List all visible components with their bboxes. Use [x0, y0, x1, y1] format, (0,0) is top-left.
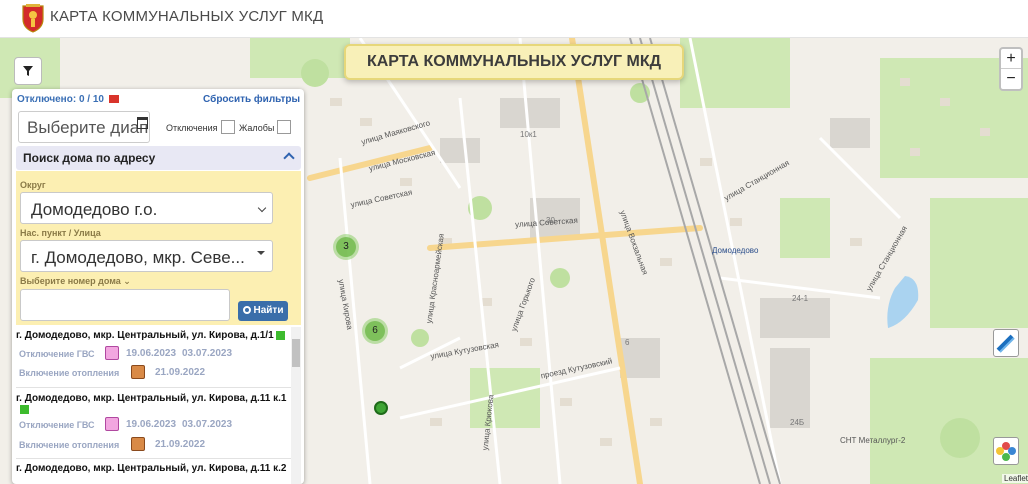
gvs-from-date: 19.06.2023 [126, 348, 177, 359]
alert-calendar-icon [108, 95, 119, 104]
map-cluster[interactable]: 3 [333, 234, 359, 260]
heating-date: 21.09.2022 [155, 439, 206, 450]
pinwheel-icon [996, 442, 1016, 461]
district-select[interactable]: Домодедово г.о. [20, 192, 273, 224]
outages-counter: Отключено: 0 / 10 [17, 94, 119, 105]
results-list[interactable]: г. Домодедово, мкр. Центральный, ул. Кир… [16, 327, 292, 484]
caret-down-icon [257, 251, 265, 259]
cluster-count: 3 [336, 237, 356, 257]
zoom-in-button[interactable]: + [1001, 49, 1021, 69]
find-button-label: Найти [253, 305, 284, 316]
complaints-checkbox-label: Жалобы [239, 123, 275, 133]
street-select[interactable]: г. Домодедово, мкр. Севе... [20, 240, 273, 272]
layers-button[interactable] [993, 437, 1019, 465]
result-address[interactable]: г. Домодедово, мкр. Центральный, ул. Кир… [16, 330, 292, 341]
address-search-title: Поиск дома по адресу [23, 151, 156, 165]
coat-of-arms-icon [22, 4, 44, 33]
gvs-from-date: 19.06.2023 [126, 419, 177, 430]
filter-panel: Отключено: 0 / 10 Сбросить фильтры Выбер… [12, 89, 304, 484]
gvs-outage-label: Отключение ГВС [19, 349, 95, 359]
draw-tool-button[interactable] [993, 329, 1019, 357]
find-button[interactable]: Найти [238, 301, 288, 321]
map-label: Домодедово [712, 246, 759, 255]
map-banner: КАРТА КОММУНАЛЬНЫХ УСЛУГ МКД [344, 44, 684, 80]
heating-date: 21.09.2022 [155, 367, 206, 378]
funnel-icon [23, 66, 33, 76]
map-label: 24Б [790, 418, 805, 427]
map-label: СНТ Металлург-2 [840, 436, 906, 445]
result-address-text: г. Домодедово, мкр. Центральный, ул. Кир… [16, 330, 274, 341]
scrollbar-thumb[interactable] [292, 339, 300, 367]
search-icon [242, 306, 251, 314]
result-address-text: г. Домодедово, мкр. Центральный, ул. Кир… [16, 463, 287, 474]
radiator-icon [131, 437, 145, 451]
heating-on-label: Включение отопления [19, 440, 120, 450]
calendar-icon[interactable] [137, 117, 148, 129]
address-search-header[interactable]: Поиск дома по адресу [16, 146, 301, 170]
chevron-up-icon [283, 152, 295, 164]
results-scrollbar[interactable] [291, 327, 301, 484]
chevron-down-icon [257, 203, 267, 213]
app-title: КАРТА КОММУНАЛЬНЫХ УСЛУГ МКД [50, 8, 324, 25]
ruler-icon [996, 334, 1015, 353]
divider [16, 458, 292, 459]
zoom-control: + − [999, 47, 1023, 91]
gvs-outage-label: Отключение ГВС [19, 420, 95, 430]
map-label: 6 [625, 338, 630, 347]
heating-on-label: Включение отопления [19, 368, 120, 378]
check-icon [20, 405, 29, 414]
top-bar: КАРТА КОММУНАЛЬНЫХ УСЛУГ МКД [0, 0, 1028, 38]
zoom-out-button[interactable]: − [1001, 69, 1021, 89]
gvs-to-date: 03.07.2023 [182, 348, 233, 359]
map-label: 10к1 [520, 130, 537, 139]
address-search-form: Округ Домодедово г.о. Нас. пункт / Улица… [16, 171, 301, 325]
result-address[interactable]: г. Домодедово, мкр. Центральный, ул. Кир… [16, 463, 292, 474]
result-address-text: г. Домодедово, мкр. Центральный, ул. Кир… [16, 393, 287, 404]
district-select-value: Домодедово г.о. [31, 200, 158, 219]
house-number-label[interactable]: Выберите номер дома ⌄ [20, 276, 131, 287]
house-marker[interactable] [374, 401, 388, 415]
outages-checkbox[interactable] [221, 120, 235, 134]
check-icon [276, 330, 286, 340]
outages-checkbox-label: Отключения [166, 123, 218, 133]
gvs-to-date: 03.07.2023 [182, 419, 233, 430]
divider [16, 387, 292, 388]
complaints-checkbox[interactable] [277, 120, 291, 134]
filter-toggle-button[interactable] [14, 57, 42, 85]
reset-filters-link[interactable]: Сбросить фильтры [203, 94, 300, 105]
street-label: Нас. пункт / Улица [20, 228, 101, 238]
map-label: 30 [546, 216, 555, 225]
street-select-value: г. Домодедово, мкр. Севе... [31, 248, 245, 267]
radiator-icon [131, 365, 145, 379]
hot-water-icon [105, 346, 119, 360]
district-label: Округ [20, 180, 46, 190]
result-address[interactable]: г. Домодедово, мкр. Центральный, ул. Кир… [16, 393, 292, 404]
leaflet-attribution[interactable]: Leaflet [1002, 474, 1028, 483]
hot-water-icon [105, 417, 119, 431]
map-label: 24-1 [792, 294, 809, 303]
outages-counter-text: Отключено: 0 / 10 [17, 94, 104, 105]
date-range-input[interactable]: Выберите диап [18, 111, 150, 143]
cluster-count: 6 [365, 321, 385, 341]
house-number-input[interactable] [20, 289, 230, 321]
map-cluster[interactable]: 6 [362, 318, 388, 344]
